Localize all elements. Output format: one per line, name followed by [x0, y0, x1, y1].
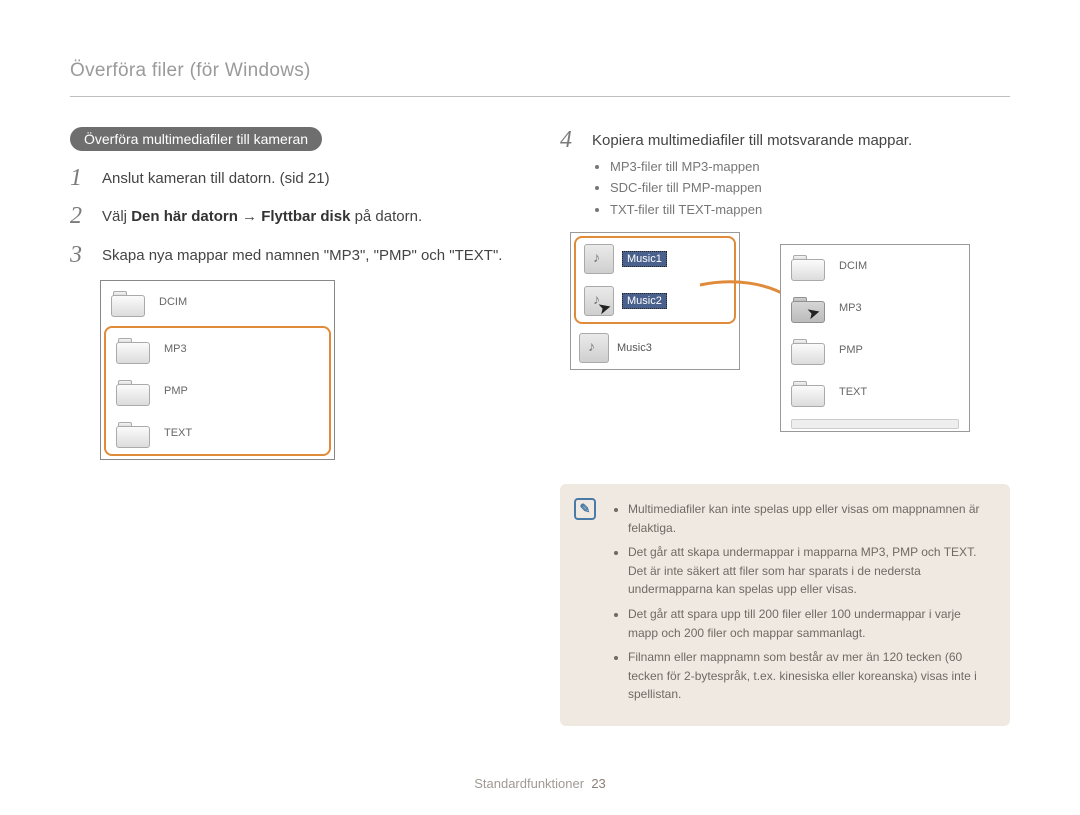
right-column: 4 Kopiera multimediafiler till motsvaran…	[560, 127, 1010, 726]
step-number: 2	[70, 203, 96, 229]
note-item: Det går att spara upp till 200 filer ell…	[628, 605, 992, 642]
page-header: Överföra filer (för Windows)	[70, 60, 1010, 82]
step-text: Kopiera multimediafiler till motsvarande…	[592, 127, 1010, 220]
file-music2: Music2 ➤	[576, 280, 734, 322]
step-2: 2 Välj Den här datorn → Flyttbar disk på…	[70, 203, 520, 229]
step-3: 3 Skapa nya mappar med namnen "MP3", "PM…	[70, 242, 520, 268]
note-list: Multimediafiler kan inte spelas upp elle…	[628, 500, 992, 704]
folder-dcim: DCIM	[781, 245, 969, 287]
step-4: 4 Kopiera multimediafiler till motsvaran…	[560, 127, 1010, 220]
content-columns: Överföra multimediafiler till kameran 1 …	[70, 127, 1010, 726]
folder-mp3-dst: MP3 ➤	[781, 287, 969, 329]
header-divider	[70, 96, 1010, 97]
step2-prefix: Välj	[102, 208, 131, 225]
folder-label: MP3	[839, 302, 862, 314]
bullet-sdc: SDC-filer till PMP-mappen	[610, 177, 1010, 198]
file-music3: Music3	[571, 327, 739, 369]
file-label: Music3	[617, 342, 652, 354]
section-pill: Överföra multimediafiler till kameran	[70, 127, 322, 151]
file-label: Music2	[622, 293, 667, 309]
footer-label: Standardfunktioner	[474, 776, 584, 791]
highlighted-folders: MP3 PMP TEXT	[104, 326, 331, 456]
bullet-txt: TXT-filer till TEXT-mappen	[610, 199, 1010, 220]
folder-label: MP3	[164, 343, 187, 355]
page-footer: Standardfunktioner 23	[0, 776, 1080, 791]
step-text: Anslut kameran till datorn. (sid 21)	[102, 165, 520, 190]
note-box: ✎ Multimediafiler kan inte spelas upp el…	[560, 484, 1010, 726]
step-number: 1	[70, 165, 96, 191]
file-label: Music1	[622, 251, 667, 267]
note-item: Det går att skapa undermappar i mapparna…	[628, 543, 992, 599]
file-music1: Music1	[576, 238, 734, 280]
bullet-mp3: MP3-filer till MP3-mappen	[610, 156, 1010, 177]
folder-dcim: DCIM	[101, 281, 334, 323]
copy-figure: Music1 Music2 ➤ Music3	[570, 232, 990, 462]
step4-text: Kopiera multimediafiler till motsvarande…	[592, 132, 912, 149]
step-1: 1 Anslut kameran till datorn. (sid 21)	[70, 165, 520, 191]
step-number: 3	[70, 242, 96, 268]
folder-icon	[116, 420, 150, 446]
folder-label: PMP	[164, 385, 188, 397]
step2-bold1: Den här datorn	[131, 208, 238, 225]
note-item: Multimediafiler kan inte spelas upp elle…	[628, 500, 992, 537]
step2-arrow: →	[238, 208, 261, 225]
folder-icon	[116, 336, 150, 362]
folder-text-dst: TEXT	[781, 371, 969, 413]
folder-label: PMP	[839, 344, 863, 356]
step-text: Välj Den här datorn → Flyttbar disk på d…	[102, 203, 520, 228]
folder-pmp: PMP	[106, 370, 329, 412]
note-icon: ✎	[574, 498, 596, 520]
step2-bold2: Flyttbar disk	[261, 208, 350, 225]
folder-icon	[791, 379, 825, 405]
music-file-icon	[584, 244, 614, 274]
step-number: 4	[560, 127, 586, 153]
step2-suffix: på datorn.	[350, 208, 422, 225]
source-panel: Music1 Music2 ➤ Music3	[570, 232, 740, 370]
folder-mp3: MP3	[106, 328, 329, 370]
folder-label: DCIM	[839, 260, 867, 272]
folder-label: DCIM	[159, 296, 187, 308]
note-item: Filnamn eller mappnamn som består av mer…	[628, 648, 992, 704]
folder-panel: DCIM MP3 PMP TEXT	[100, 280, 335, 460]
folder-pmp-dst: PMP	[781, 329, 969, 371]
folder-icon	[111, 289, 145, 315]
destination-panel: DCIM MP3 ➤ PMP TEXT	[780, 244, 970, 432]
folder-text: TEXT	[106, 412, 329, 454]
folder-icon	[791, 337, 825, 363]
step4-bullets: MP3-filer till MP3-mappen SDC-filer till…	[610, 156, 1010, 220]
source-selection: Music1 Music2 ➤	[574, 236, 736, 324]
left-column: Överföra multimediafiler till kameran 1 …	[70, 127, 520, 726]
music-file-icon	[579, 333, 609, 363]
page-number: 23	[591, 776, 605, 791]
folder-icon	[791, 253, 825, 279]
folder-label: TEXT	[839, 386, 867, 398]
step-text: Skapa nya mappar med namnen "MP3", "PMP"…	[102, 242, 520, 267]
folder-label: TEXT	[164, 427, 192, 439]
folder-icon	[116, 378, 150, 404]
scrollbar-icon	[791, 419, 959, 429]
